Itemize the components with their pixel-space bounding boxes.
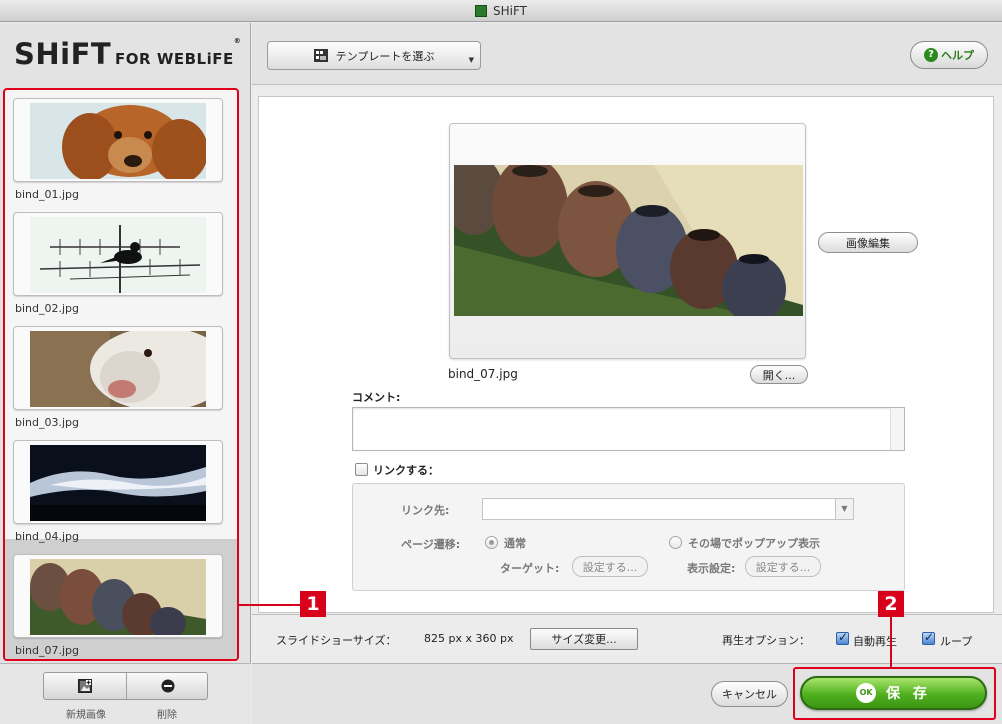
thumbnail-image-jars[interactable] (30, 559, 206, 635)
help-button[interactable]: ? ヘルプ (910, 41, 988, 69)
dropdown-arrow-icon: ▼ (468, 56, 474, 64)
playback-options-label: 再生オプション： (722, 634, 810, 647)
resize-label: サイズ変更... (551, 633, 617, 646)
choose-template-label: テンプレートを選ぶ (335, 49, 435, 63)
image-filename: bind_07.jpg (448, 367, 518, 381)
thumbnail-item-selected[interactable]: bind_07.jpg (13, 554, 223, 657)
loop-checkbox[interactable] (922, 630, 935, 645)
help-icon: ? (924, 48, 938, 62)
app-icon (475, 5, 487, 17)
link-settings-group: リンク先: ▼ ページ遷移: 通常 その場でポップアップ表示 ターゲット: 設定… (352, 483, 905, 591)
link-target-combobox[interactable]: ▼ (482, 498, 854, 520)
thumbnail-filename: bind_04.jpg (15, 530, 80, 543)
thumbnail-image-bird[interactable] (30, 217, 206, 293)
image-actions: 新規画像 削除 (0, 663, 251, 724)
callout-1-line (239, 604, 301, 606)
bottom-action-bar: キャンセル OK 保 存 (252, 663, 1002, 724)
thumbnail-filename: bind_02.jpg (15, 302, 80, 315)
save-button[interactable]: OK 保 存 (800, 676, 987, 710)
target-setting-label: 設定する... (582, 560, 638, 574)
cancel-label: キャンセル (722, 688, 777, 701)
thumbnail-image-white-dog[interactable] (30, 331, 206, 407)
new-image-icon (78, 679, 92, 693)
resize-button[interactable]: サイズ変更... (530, 628, 638, 650)
page-transition-label: ページ遷移: (401, 538, 461, 551)
transition-popup-radio[interactable] (669, 536, 682, 549)
link-checkbox-label: リンクする： (373, 464, 439, 477)
top-toolbar: テンプレートを選ぶ ▼ ? ヘルプ (252, 23, 1002, 85)
target-setting-button[interactable]: 設定する... (572, 556, 648, 577)
delete-image-button[interactable] (127, 673, 209, 699)
preview-image-jars (454, 165, 803, 316)
callout-1-badge: 1 (300, 591, 326, 617)
thumbnail-frame[interactable] (13, 212, 223, 296)
target-label: ターゲット: (500, 562, 560, 575)
thumbnail-frame[interactable] (13, 98, 223, 182)
thumbnail-item[interactable]: bind_02.jpg (13, 212, 223, 315)
thumbnail-image-dog[interactable] (30, 103, 206, 179)
loop-label: ループ (940, 635, 973, 648)
window-titlebar: SHiFT (0, 0, 1002, 22)
thumbnail-item[interactable]: bind_04.jpg (13, 440, 223, 543)
slideshow-size-value: 825 px x 360 px (424, 632, 514, 645)
image-action-segment (43, 672, 208, 700)
image-sidebar: SHiFT FOR WEBLiFE® bind_01.jpg bind_02.j… (0, 23, 251, 724)
callout-2-badge: 2 (878, 591, 904, 617)
thumbnail-list[interactable]: bind_01.jpg bind_02.jpg bind_03.jpg bind… (3, 88, 239, 661)
app-logo: SHiFT FOR WEBLiFE® (14, 37, 241, 71)
thumbnail-item[interactable]: bind_01.jpg (13, 98, 223, 201)
display-setting-label: 表示設定: (687, 562, 736, 575)
choose-template-button[interactable]: テンプレートを選ぶ ▼ (267, 41, 481, 70)
help-label: ヘルプ (941, 49, 974, 62)
link-checkbox[interactable] (355, 463, 368, 476)
transition-normal-radio[interactable] (485, 536, 498, 549)
transition-normal-label: 通常 (504, 537, 526, 550)
logo-main: SHiFT (14, 37, 112, 71)
save-label: 保 存 (886, 686, 931, 702)
thumbnail-filename: bind_03.jpg (15, 416, 80, 429)
thumbnail-filename: bind_07.jpg (15, 644, 80, 657)
image-preview (449, 123, 806, 359)
combo-arrow-icon[interactable]: ▼ (835, 499, 853, 519)
thumbnail-item[interactable]: bind_03.jpg (13, 326, 223, 429)
thumbnail-image-sky[interactable] (30, 445, 206, 521)
delete-label: 削除 (157, 710, 177, 721)
save-highlight-box: OK 保 存 (793, 667, 996, 720)
cancel-button[interactable]: キャンセル (711, 681, 788, 707)
slideshow-size-label: スライドショーサイズ： (276, 634, 397, 647)
edit-image-button[interactable]: 画像編集 (818, 232, 918, 253)
edit-image-label: 画像編集 (846, 236, 890, 250)
transition-popup-label: その場でポップアップ表示 (688, 537, 820, 550)
autoplay-checkbox[interactable] (836, 630, 849, 645)
thumbnail-frame[interactable] (13, 440, 223, 524)
open-label: 開く... (762, 368, 796, 382)
callout-2-line (890, 617, 892, 667)
display-setting-button-label: 設定する... (755, 560, 811, 574)
window-title: SHiFT (493, 4, 527, 18)
image-editor-panel: 画像編集 bind_07.jpg 開く... コメント: リンクする： リンク先… (258, 96, 994, 613)
new-image-label: 新規画像 (66, 710, 106, 721)
template-grid-icon (313, 49, 328, 62)
display-setting-button[interactable]: 設定する... (745, 556, 821, 577)
minus-circle-icon (161, 679, 175, 693)
thumbnail-filename: bind_01.jpg (15, 188, 80, 201)
ok-icon: OK (856, 683, 877, 703)
link-target-label: リンク先: (401, 504, 450, 517)
logo-sub: FOR WEBLiFE (115, 50, 234, 68)
comment-textarea[interactable] (352, 407, 905, 451)
new-image-button[interactable] (44, 673, 126, 699)
open-button[interactable]: 開く... (750, 365, 808, 384)
comment-label: コメント: (352, 391, 401, 404)
thumbnail-frame[interactable] (13, 554, 223, 638)
thumbnail-frame[interactable] (13, 326, 223, 410)
comment-scrollbar[interactable] (890, 408, 904, 450)
